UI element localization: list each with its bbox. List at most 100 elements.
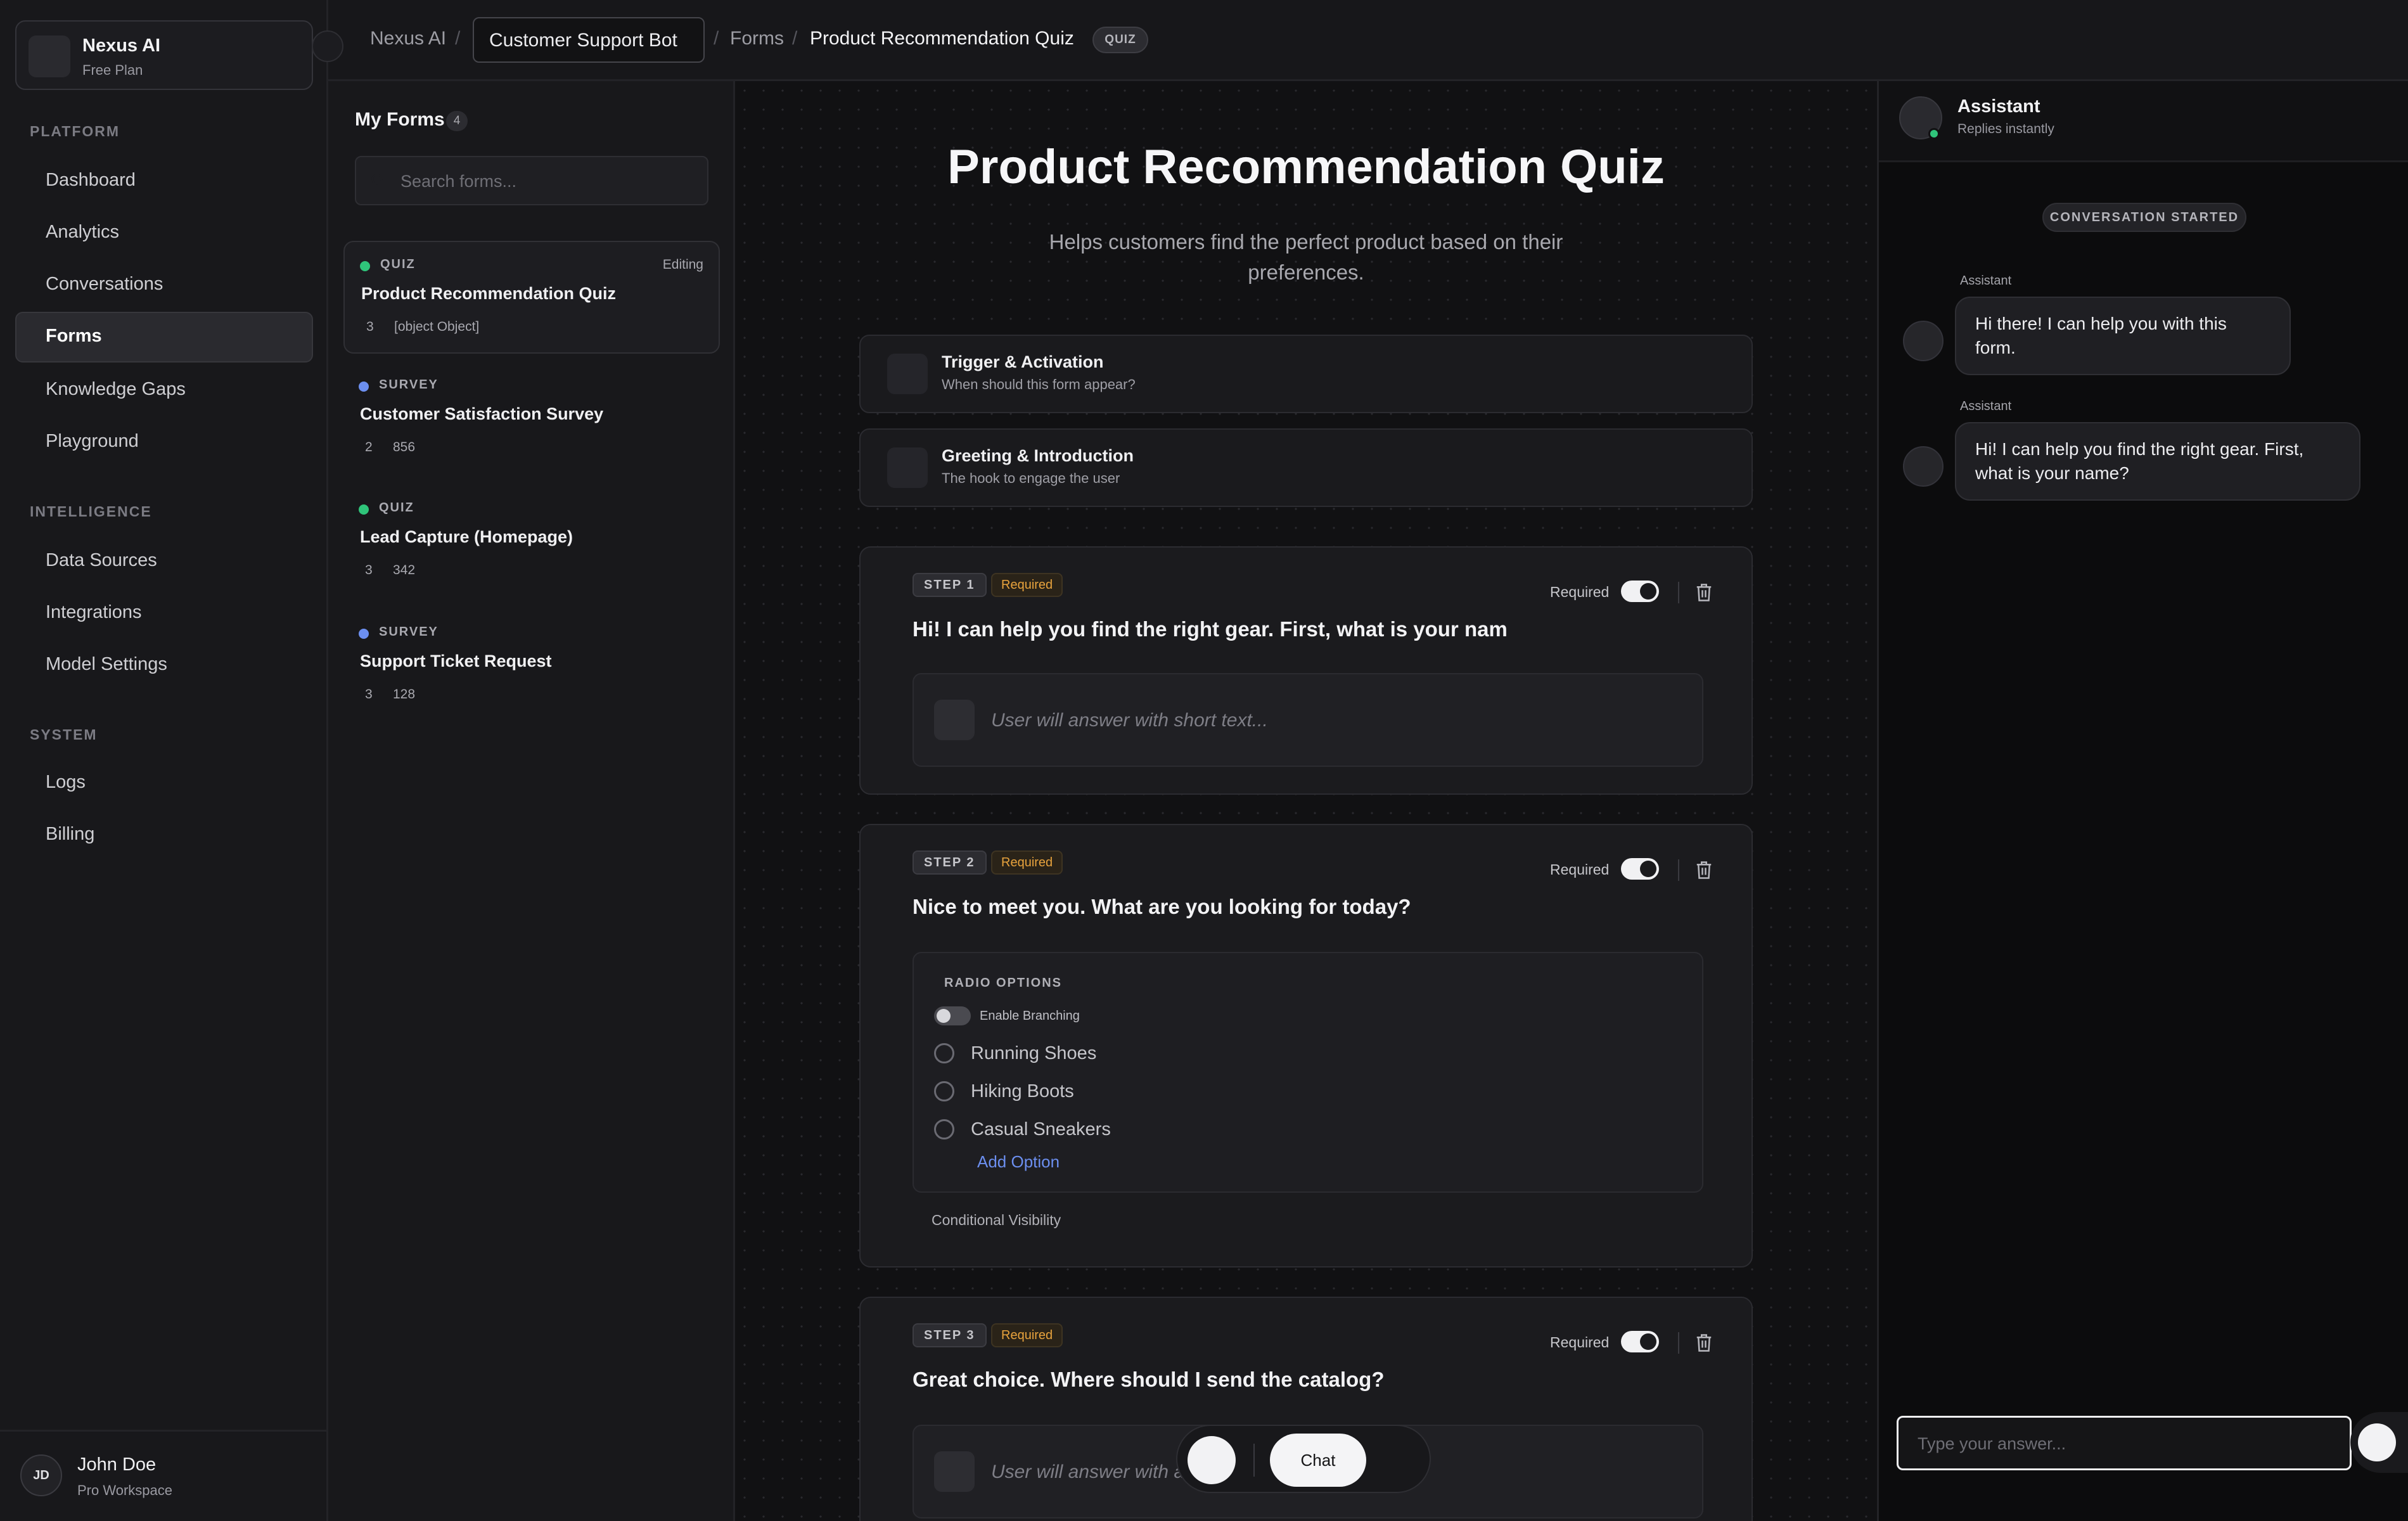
online-indicator xyxy=(1928,128,1940,139)
step-card: STEP 1 Required Required Hi! I can help … xyxy=(859,546,1753,795)
forms-list-title: My Forms xyxy=(355,109,445,130)
sidebar-collapse-button[interactable] xyxy=(312,30,343,62)
required-badge: Required xyxy=(991,850,1063,875)
section-title: Trigger & Activation xyxy=(942,352,1104,371)
sidebar-item-data-sources[interactable]: Data Sources xyxy=(15,536,313,587)
editing-status: Editing xyxy=(662,257,703,272)
breadcrumb: Nexus AI / Customer Support Bot / Forms … xyxy=(328,0,2408,81)
sidebar-item-forms[interactable]: Forms xyxy=(15,312,313,363)
sidebar-item-label: Knowledge Gaps xyxy=(46,379,186,399)
step-question[interactable]: Great choice. Where should I send the ca… xyxy=(913,1368,1384,1392)
workspace-logo xyxy=(29,35,70,77)
step-card: STEP 2 Required Required Nice to meet yo… xyxy=(859,824,1753,1268)
answer-preview: User will answer with short text... xyxy=(913,673,1703,767)
form-type: SURVEY xyxy=(379,378,439,392)
user-name: John Doe xyxy=(77,1454,157,1475)
add-option-button[interactable]: Add Option xyxy=(977,1152,1060,1172)
section-subtitle: The hook to engage the user xyxy=(942,470,1120,486)
form-name: Product Recommendation Quiz xyxy=(361,284,617,303)
message-avatar xyxy=(1903,446,1944,487)
chat-button[interactable]: Chat xyxy=(1270,1434,1366,1487)
sidebar-item-model-settings[interactable]: Model Settings xyxy=(15,640,313,691)
response-count: 128 xyxy=(393,687,416,702)
forms-list-panel: My Forms 4 QUIZ Editing Product Recommen… xyxy=(328,81,735,1521)
sidebar-item-dashboard[interactable]: Dashboard xyxy=(15,156,313,207)
nav-section-intelligence: INTELLIGENCE xyxy=(30,503,152,520)
floating-toolbar: Chat xyxy=(1176,1425,1431,1493)
page-title[interactable]: Product Recommendation Quiz xyxy=(735,139,1877,195)
required-toggle[interactable] xyxy=(1621,858,1659,880)
sidebar-item-label: Playground xyxy=(46,431,139,451)
status-dot xyxy=(360,261,370,271)
form-list-item[interactable]: QUIZ Lead Capture (Homepage) 3 342 xyxy=(343,485,720,598)
option-label: Hiking Boots xyxy=(971,1081,1074,1101)
option-label: Casual Sneakers xyxy=(971,1119,1111,1139)
sidebar-item-label: Data Sources xyxy=(46,550,157,570)
trash-icon[interactable] xyxy=(1694,1332,1713,1354)
step-question[interactable]: Nice to meet you. What are you looking f… xyxy=(913,895,1411,919)
required-toggle-label: Required xyxy=(1550,1334,1610,1351)
forms-count-badge: 4 xyxy=(446,111,468,131)
sidebar-item-label: Model Settings xyxy=(46,654,167,674)
breadcrumb-separator: / xyxy=(792,28,798,49)
toggle-knob xyxy=(1640,861,1656,877)
answer-placeholder: User will answer with a xyxy=(991,1461,1185,1482)
sidebar-item-label: Logs xyxy=(46,772,86,792)
sidebar-item-integrations[interactable]: Integrations xyxy=(15,588,313,639)
sidebar-item-label: Forms xyxy=(46,326,102,346)
chat-preview-panel: Assistant Replies instantly CONVERSATION… xyxy=(1877,81,2408,1521)
workspace-plan: Free Plan xyxy=(82,62,143,78)
chat-message: Hi there! I can help you with this form. xyxy=(1955,297,2291,375)
avatar: JD xyxy=(20,1454,62,1496)
form-list-item[interactable]: SURVEY Customer Satisfaction Survey 2 85… xyxy=(343,363,720,475)
breadcrumb-separator: / xyxy=(714,28,719,49)
radio-options-panel: RADIO OPTIONS Enable Branching Running S… xyxy=(913,952,1703,1193)
trigger-icon xyxy=(887,354,928,394)
send-icon xyxy=(2358,1423,2396,1461)
app-root: Nexus AI Free Plan PLATFORM Dashboard An… xyxy=(0,0,2408,1521)
required-toggle[interactable] xyxy=(1621,1331,1659,1352)
section-greeting-introduction[interactable]: Greeting & Introduction The hook to enga… xyxy=(859,428,1753,507)
search-input[interactable] xyxy=(400,167,692,195)
sidebar-item-logs[interactable]: Logs xyxy=(15,758,313,809)
divider xyxy=(1678,1332,1679,1354)
chat-message: Hi! I can help you find the right gear. … xyxy=(1955,422,2360,501)
radio-circle xyxy=(934,1081,954,1101)
chat-input[interactable] xyxy=(1918,1430,2329,1457)
send-button[interactable] xyxy=(2350,1412,2408,1473)
sidebar-item-knowledge-gaps[interactable]: Knowledge Gaps xyxy=(15,365,313,416)
conditional-visibility-toggle[interactable]: Conditional Visibility xyxy=(932,1212,1061,1229)
form-editor-canvas: Product Recommendation Quiz Helps custom… xyxy=(735,81,1877,1521)
trash-icon[interactable] xyxy=(1694,859,1713,881)
text-input-icon xyxy=(934,700,975,740)
form-list-item[interactable]: SURVEY Support Ticket Request 3 128 xyxy=(343,610,720,722)
radio-circle xyxy=(934,1043,954,1063)
required-badge: Required xyxy=(991,573,1063,597)
sidebar-item-conversations[interactable]: Conversations xyxy=(15,260,313,311)
form-description[interactable]: Helps customers find the perfect product… xyxy=(1021,227,1591,288)
form-type: QUIZ xyxy=(379,501,414,515)
sidebar-item-billing[interactable]: Billing xyxy=(15,810,313,861)
user-menu[interactable]: JD John Doe Pro Workspace xyxy=(0,1430,328,1521)
bot-selector[interactable]: Customer Support Bot xyxy=(473,17,705,63)
section-trigger-activation[interactable]: Trigger & Activation When should this fo… xyxy=(859,335,1753,413)
assistant-status: Replies instantly xyxy=(1957,122,2054,136)
workspace-switcher[interactable]: Nexus AI Free Plan xyxy=(15,20,313,90)
breadcrumb-forms[interactable]: Forms xyxy=(730,28,784,49)
sidebar-item-analytics[interactable]: Analytics xyxy=(15,208,313,259)
breadcrumb-root[interactable]: Nexus AI xyxy=(370,28,446,49)
required-toggle[interactable] xyxy=(1621,581,1659,602)
breadcrumb-separator: / xyxy=(455,28,461,49)
radio-circle xyxy=(934,1119,954,1139)
form-list-item[interactable]: QUIZ Editing Product Recommendation Quiz… xyxy=(343,241,720,354)
options-label: RADIO OPTIONS xyxy=(944,976,1063,990)
toggle-knob xyxy=(937,1009,951,1023)
sidebar: Nexus AI Free Plan PLATFORM Dashboard An… xyxy=(0,0,328,1521)
message-author: Assistant xyxy=(1960,399,2012,413)
form-name: Customer Satisfaction Survey xyxy=(360,404,604,423)
step-question[interactable]: Hi! I can help you find the right gear. … xyxy=(913,617,1508,641)
branching-toggle[interactable] xyxy=(934,1006,971,1025)
sidebar-item-playground[interactable]: Playground xyxy=(15,417,313,468)
toolbar-action-button[interactable] xyxy=(1188,1436,1236,1484)
trash-icon[interactable] xyxy=(1694,582,1713,603)
